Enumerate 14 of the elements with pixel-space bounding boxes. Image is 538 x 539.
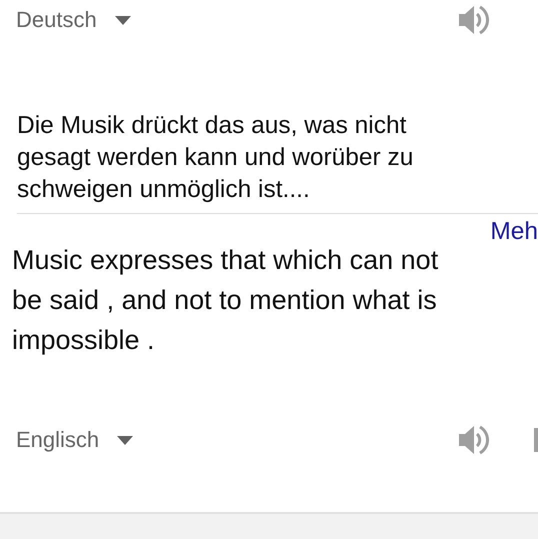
source-text-line: gesagt werden kann und worüber zu: [17, 143, 414, 173]
source-text-line: schweigen unmöglich ist....: [17, 175, 311, 205]
language-selector[interactable]: Englisch: [16, 427, 134, 453]
caret-icon: [114, 16, 131, 24]
language-selector[interactable]: Deutsch: [16, 7, 131, 33]
translation-text-line: be said , and not to mention what is: [12, 284, 438, 317]
speaker-icon[interactable]: [456, 423, 490, 457]
translation-text-line: Music expresses that which can not: [12, 244, 440, 277]
toolbar-edge: [534, 428, 538, 452]
caret-icon: [117, 436, 134, 444]
translation-text-line: impossible .: [12, 324, 156, 357]
source-text-line: Die Musik drückt das aus, was nicht: [17, 111, 408, 141]
speaker-icon[interactable]: [456, 3, 490, 37]
more-link[interactable]: Meh: [490, 218, 538, 246]
